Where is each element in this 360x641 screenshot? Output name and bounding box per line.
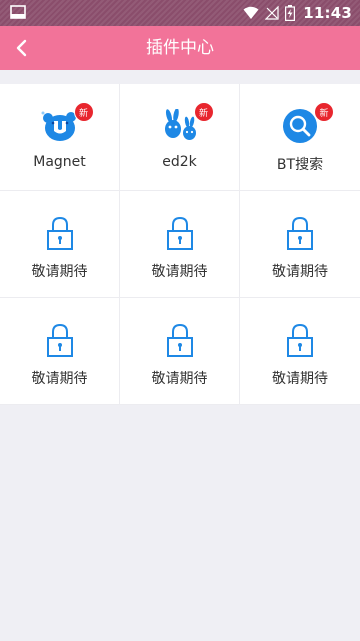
lock-icon: [38, 320, 82, 360]
no-signal-icon: [265, 6, 279, 20]
lock-icon: [278, 213, 322, 253]
new-badge: 新: [193, 102, 214, 122]
plugin-label: ed2k: [162, 154, 197, 170]
plugin-label: BT搜索: [276, 157, 324, 173]
bt-search-icon: 新: [278, 102, 334, 146]
plugin-label: 敬请期待: [272, 371, 328, 387]
plugin-label: 敬请期待: [151, 264, 208, 280]
magnet-bear-icon: 新: [38, 102, 94, 146]
plugin-label: Magnet: [33, 154, 86, 170]
plugin-coming-soon[interactable]: 敬请期待: [0, 298, 120, 405]
plugin-label: 敬请期待: [151, 371, 208, 387]
plugin-bt-search[interactable]: 新 BT搜索: [240, 84, 360, 191]
plugin-grid: 新 Magnet 新 ed2k 新 BT搜索 敬请期待 敬请期待 敬请期待 敬请…: [0, 84, 360, 405]
battery-charging-icon: [285, 5, 296, 21]
page-title: 插件中心: [146, 38, 214, 58]
lock-icon: [38, 213, 82, 253]
lock-icon: [158, 320, 202, 360]
plugin-coming-soon[interactable]: 敬请期待: [0, 191, 120, 298]
plugin-label: 敬请期待: [31, 264, 88, 280]
lock-icon: [158, 213, 202, 253]
plugin-coming-soon[interactable]: 敬请期待: [120, 298, 240, 405]
plugin-coming-soon[interactable]: 敬请期待: [120, 191, 240, 298]
plugin-coming-soon[interactable]: 敬请期待: [240, 191, 360, 298]
new-badge: 新: [314, 102, 334, 122]
status-icons: 11:43: [243, 0, 352, 26]
screen-icon: [10, 5, 26, 19]
lock-icon: [278, 320, 322, 360]
new-badge: 新: [73, 102, 94, 122]
ed2k-rabbit-icon: 新: [158, 102, 214, 146]
clock: 11:43: [303, 4, 352, 22]
plugin-coming-soon[interactable]: 敬请期待: [240, 298, 360, 405]
plugin-ed2k[interactable]: 新 ed2k: [120, 84, 240, 191]
plugin-magnet[interactable]: 新 Magnet: [0, 84, 120, 191]
plugin-label: 敬请期待: [31, 371, 88, 387]
plugin-label: 敬请期待: [272, 264, 328, 280]
status-bar: 11:43: [0, 0, 360, 26]
wifi-icon: [243, 6, 259, 19]
app-bar: 插件中心: [0, 26, 360, 70]
